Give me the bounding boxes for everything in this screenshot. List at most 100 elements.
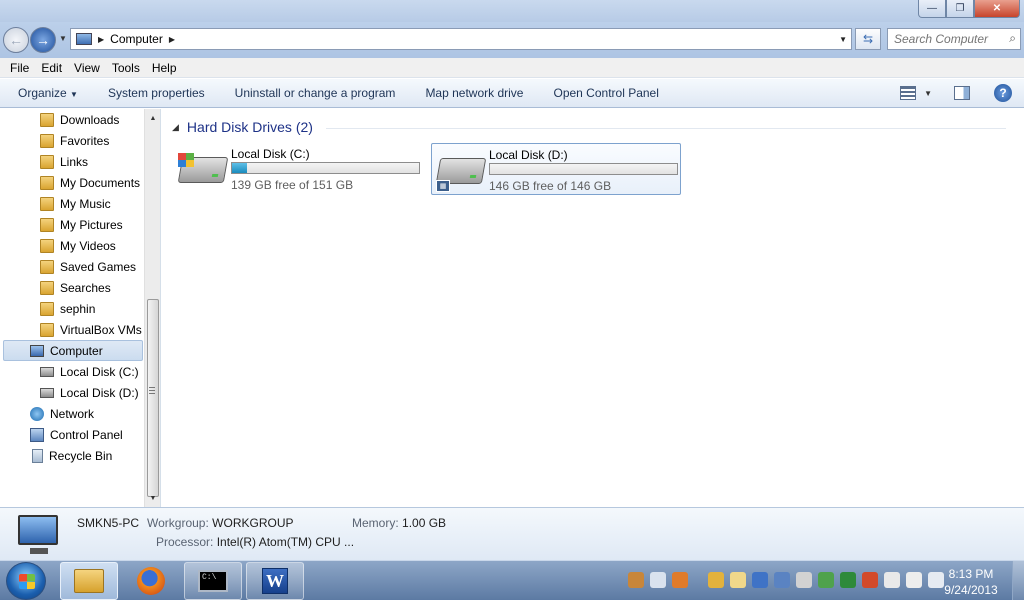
drive-led-icon (211, 174, 219, 177)
start-button[interactable] (6, 562, 46, 600)
windows-logo-icon (178, 153, 194, 167)
drive-free-space: 146 GB free of 146 GB (489, 179, 612, 193)
menu-file[interactable]: File (4, 61, 35, 75)
help-icon[interactable]: ? (994, 84, 1012, 102)
nav-label: Searches (60, 280, 111, 295)
forward-arrow-icon: → (36, 32, 50, 48)
drive-free-space: 139 GB free of 151 GB (231, 178, 354, 192)
menu-tools[interactable]: Tools (106, 61, 146, 75)
organize-button[interactable]: Organize ▼ (0, 86, 93, 100)
tray-network-share-icon[interactable] (708, 572, 724, 588)
nav-item-saved-games[interactable]: Saved Games (40, 256, 136, 277)
address-dropdown-icon[interactable]: ▼ (839, 35, 847, 44)
nav-item-control-panel[interactable]: Control Panel (30, 424, 123, 445)
group-header[interactable]: ◢ Hard Disk Drives (2) (172, 119, 313, 135)
drive-tile-c[interactable]: Local Disk (C:) 139 GB free of 151 GB (174, 143, 424, 195)
nav-item-my-pictures[interactable]: My Pictures (40, 214, 123, 235)
tray-update-icon[interactable] (818, 572, 834, 588)
maximize-button[interactable]: ❐ (946, 0, 974, 18)
nav-item-network[interactable]: Network (30, 403, 94, 424)
nav-item-virtualbox-vms[interactable]: VirtualBox VMs (40, 319, 142, 340)
folder-icon (40, 259, 54, 274)
preview-pane-icon[interactable] (954, 86, 970, 100)
taskbar-word[interactable]: W (246, 562, 304, 600)
nav-item-my-music[interactable]: My Music (40, 193, 111, 214)
drive-name: Local Disk (C:) (231, 147, 310, 161)
tray-antivirus-icon[interactable] (840, 572, 856, 588)
control-panel-icon (30, 427, 44, 442)
processor-label: Processor: (156, 535, 214, 549)
tray-sync-icon[interactable] (774, 572, 790, 588)
nav-label: Recycle Bin (49, 448, 113, 463)
breadcrumb-chevron-icon[interactable]: ▶ (169, 35, 175, 44)
nav-item-downloads[interactable]: Downloads (40, 109, 119, 130)
menu-edit[interactable]: Edit (35, 61, 68, 75)
address-bar[interactable]: ▶ Computer ▶ ▼ (70, 28, 852, 50)
tray-display-icon[interactable] (752, 572, 768, 588)
nav-label: VirtualBox VMs (60, 322, 142, 337)
drive-tile-d[interactable]: ▦ Local Disk (D:) 146 GB free of 146 GB (431, 143, 681, 195)
scrollbar-thumb[interactable] (147, 299, 159, 497)
system-clock[interactable]: 8:13 PM 9/24/2013 (936, 566, 1006, 598)
memory-label: Memory: (352, 516, 399, 530)
uninstall-program-button[interactable]: Uninstall or change a program (220, 86, 411, 100)
open-control-panel-button[interactable]: Open Control Panel (538, 86, 673, 100)
view-options-dropdown-icon[interactable]: ▼ (924, 89, 932, 98)
nav-item-links[interactable]: Links (40, 151, 88, 172)
refresh-button[interactable]: ⇆ (855, 28, 881, 50)
show-desktop-button[interactable] (1012, 561, 1024, 600)
nav-item-my-documents[interactable]: My Documents (40, 172, 140, 193)
tray-action-center-icon[interactable] (884, 572, 900, 588)
nav-label: Favorites (60, 133, 110, 148)
group-divider (326, 128, 1006, 129)
clock-time: 8:13 PM (948, 567, 994, 581)
system-properties-button[interactable]: System properties (93, 86, 220, 100)
close-button[interactable]: ✕ (974, 0, 1020, 18)
tray-download-icon[interactable] (862, 572, 878, 588)
nav-scrollbar[interactable]: ▲ ▼ (144, 109, 160, 507)
map-network-drive-button[interactable]: Map network drive (410, 86, 538, 100)
nav-item-local-disk-c[interactable]: Local Disk (C:) (40, 361, 139, 382)
tray-alert-icon[interactable] (672, 572, 688, 588)
search-icon[interactable]: ⌕ (1009, 31, 1016, 46)
tray-security-icon[interactable] (730, 572, 746, 588)
folder-icon (40, 196, 54, 211)
forward-button[interactable]: → (30, 27, 56, 53)
drive-usage-bar (231, 162, 420, 174)
taskbar-firefox[interactable] (122, 562, 180, 600)
nav-label: sephin (60, 301, 96, 316)
minimize-button[interactable]: — (918, 0, 946, 18)
nav-item-my-videos[interactable]: My Videos (40, 235, 116, 256)
folder-icon (40, 175, 54, 190)
back-button[interactable]: ← (3, 27, 29, 53)
nav-item-favorites[interactable]: Favorites (40, 130, 109, 151)
search-input[interactable] (894, 32, 1006, 46)
tray-music-icon[interactable] (796, 572, 812, 588)
tray-app-icon[interactable] (628, 572, 644, 588)
windows-logo-icon (19, 574, 35, 589)
folder-icon (40, 322, 54, 337)
nav-item-computer[interactable]: Computer (3, 340, 143, 361)
menu-view[interactable]: View (68, 61, 106, 75)
taskbar: C:\ W 8:13 PM 9/24/2013 (0, 560, 1024, 600)
taskbar-explorer[interactable] (60, 562, 118, 600)
nav-item-recycle-bin[interactable]: Recycle Bin (32, 445, 112, 466)
menu-help[interactable]: Help (146, 61, 183, 75)
wireless-icon[interactable] (650, 572, 666, 588)
nav-item-local-disk-d[interactable]: Local Disk (D:) (40, 382, 139, 403)
breadcrumb-computer[interactable]: Computer (110, 32, 163, 46)
change-view-icon[interactable] (900, 86, 917, 100)
battery-icon[interactable] (906, 572, 922, 588)
recent-pages-dropdown[interactable]: ▼ (59, 34, 67, 43)
nav-item-searches[interactable]: Searches (40, 277, 111, 298)
nav-label: Local Disk (C:) (60, 364, 139, 379)
nav-item-sephin[interactable]: sephin (40, 298, 95, 319)
refresh-icon: ⇆ (862, 32, 874, 46)
scroll-up-icon[interactable]: ▲ (145, 111, 161, 125)
collapse-triangle-icon[interactable]: ◢ (172, 122, 179, 133)
taskbar-command-prompt[interactable]: C:\ (184, 562, 242, 600)
scroll-down-icon[interactable]: ▼ (145, 491, 161, 505)
folder-icon (40, 112, 54, 127)
search-box[interactable]: ⌕ (887, 28, 1021, 50)
breadcrumb-separator-icon[interactable]: ▶ (98, 35, 104, 44)
